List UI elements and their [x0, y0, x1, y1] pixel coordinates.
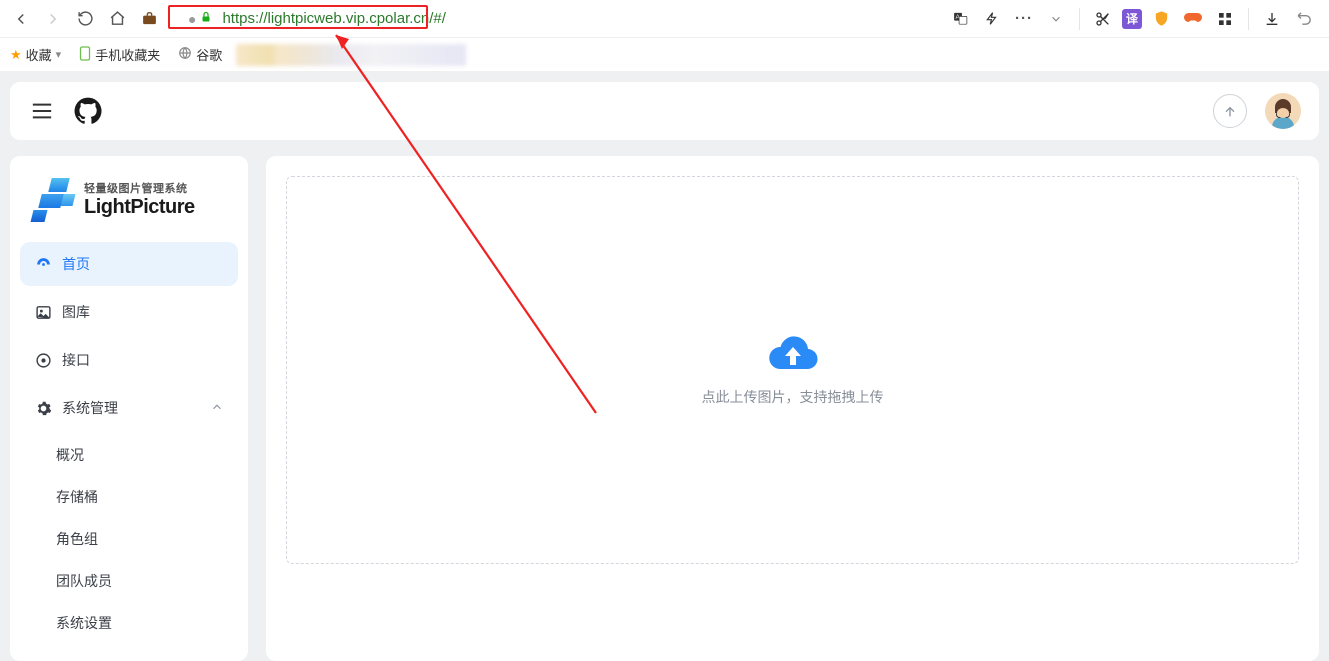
translate-icon[interactable]: A — [947, 6, 973, 32]
logo-subtitle: 轻量级图片管理系统 — [84, 180, 195, 196]
image-icon — [34, 303, 52, 321]
cloud-upload-icon — [767, 333, 819, 373]
app-background: 轻量级图片管理系统 LightPicture 首页 图库 — [0, 72, 1329, 661]
main-panel: 点此上传图片，支持拖拽上传 — [266, 156, 1319, 661]
upload-dropzone[interactable]: 点此上传图片，支持拖拽上传 — [286, 176, 1299, 564]
star-icon: ★ — [10, 47, 22, 63]
sidebar-item-label: 首页 — [62, 254, 90, 274]
forward-button[interactable] — [38, 4, 68, 34]
sidebar-submenu: 概况 存储桶 角色组 团队成员 系统设置 — [20, 434, 238, 644]
browser-nav-bar: ● https://lightpicweb.vip.cpolar.cn/#/ A… — [0, 0, 1329, 38]
gear-icon — [34, 399, 52, 417]
address-bar[interactable]: ● https://lightpicweb.vip.cpolar.cn/#/ — [174, 8, 937, 29]
sidebar-item-label: 接口 — [62, 350, 90, 370]
sidebar-item-system[interactable]: 系统管理 — [20, 386, 238, 430]
url-text: https://lightpicweb.vip.cpolar.cn/#/ — [218, 8, 449, 29]
menu-toggle-button[interactable] — [28, 97, 56, 125]
github-link[interactable] — [74, 97, 102, 125]
mobile-icon — [79, 46, 91, 64]
google-bookmark-button[interactable]: 谷歌 — [174, 43, 226, 66]
bookmark-blur-region — [236, 44, 466, 66]
favorites-button[interactable]: ★ 收藏 ▾ — [6, 43, 65, 66]
sidebar-item-label: 系统管理 — [62, 398, 118, 418]
download-icon[interactable] — [1259, 6, 1285, 32]
sidebar-item-label: 图库 — [62, 302, 90, 322]
shield-icon[interactable] — [1148, 6, 1174, 32]
sidebar-sub-roles[interactable]: 角色组 — [42, 518, 238, 560]
apps-icon[interactable] — [1212, 6, 1238, 32]
chevron-down-icon[interactable] — [1043, 6, 1069, 32]
favorites-label: 收藏 — [26, 45, 52, 64]
sidebar-sub-settings[interactable]: 系统设置 — [42, 602, 238, 644]
translate-ext-icon[interactable]: 译 — [1122, 9, 1142, 29]
flash-icon[interactable] — [979, 6, 1005, 32]
undo-icon[interactable] — [1291, 6, 1317, 32]
gamepad-icon[interactable] — [1180, 6, 1206, 32]
toolbar-right: A ··· 译 — [947, 6, 1323, 32]
sidebar: 轻量级图片管理系统 LightPicture 首页 图库 — [10, 156, 248, 661]
dashboard-icon — [34, 255, 52, 273]
sidebar-sub-team[interactable]: 团队成员 — [42, 560, 238, 602]
bookmarks-bar: ★ 收藏 ▾ 手机收藏夹 谷歌 — [0, 38, 1329, 72]
back-button[interactable] — [6, 4, 36, 34]
mobile-label: 手机收藏夹 — [95, 45, 160, 64]
home-button[interactable] — [102, 4, 132, 34]
upload-button[interactable] — [1213, 94, 1247, 128]
mobile-bookmarks-button[interactable]: 手机收藏夹 — [75, 43, 164, 66]
more-icon[interactable]: ··· — [1011, 6, 1037, 32]
sidebar-sub-storage[interactable]: 存储桶 — [42, 476, 238, 518]
reload-button[interactable] — [70, 4, 100, 34]
logo: 轻量级图片管理系统 LightPicture — [20, 176, 238, 242]
api-icon — [34, 351, 52, 369]
lock-icon — [200, 10, 212, 27]
sidebar-item-api[interactable]: 接口 — [20, 338, 238, 382]
sidebar-sub-overview[interactable]: 概况 — [42, 434, 238, 476]
sidebar-item-home[interactable]: 首页 — [20, 242, 238, 286]
briefcase-icon[interactable] — [134, 4, 164, 34]
user-avatar[interactable] — [1265, 93, 1301, 129]
logo-mark — [28, 176, 76, 222]
sidebar-item-gallery[interactable]: 图库 — [20, 290, 238, 334]
globe-icon — [178, 46, 192, 63]
google-label: 谷歌 — [196, 45, 222, 64]
upload-prompt: 点此上传图片，支持拖拽上传 — [702, 387, 884, 407]
scissors-icon[interactable] — [1090, 6, 1116, 32]
logo-title: LightPicture — [84, 196, 195, 219]
app-header — [10, 82, 1319, 140]
chevron-up-icon — [210, 400, 224, 417]
